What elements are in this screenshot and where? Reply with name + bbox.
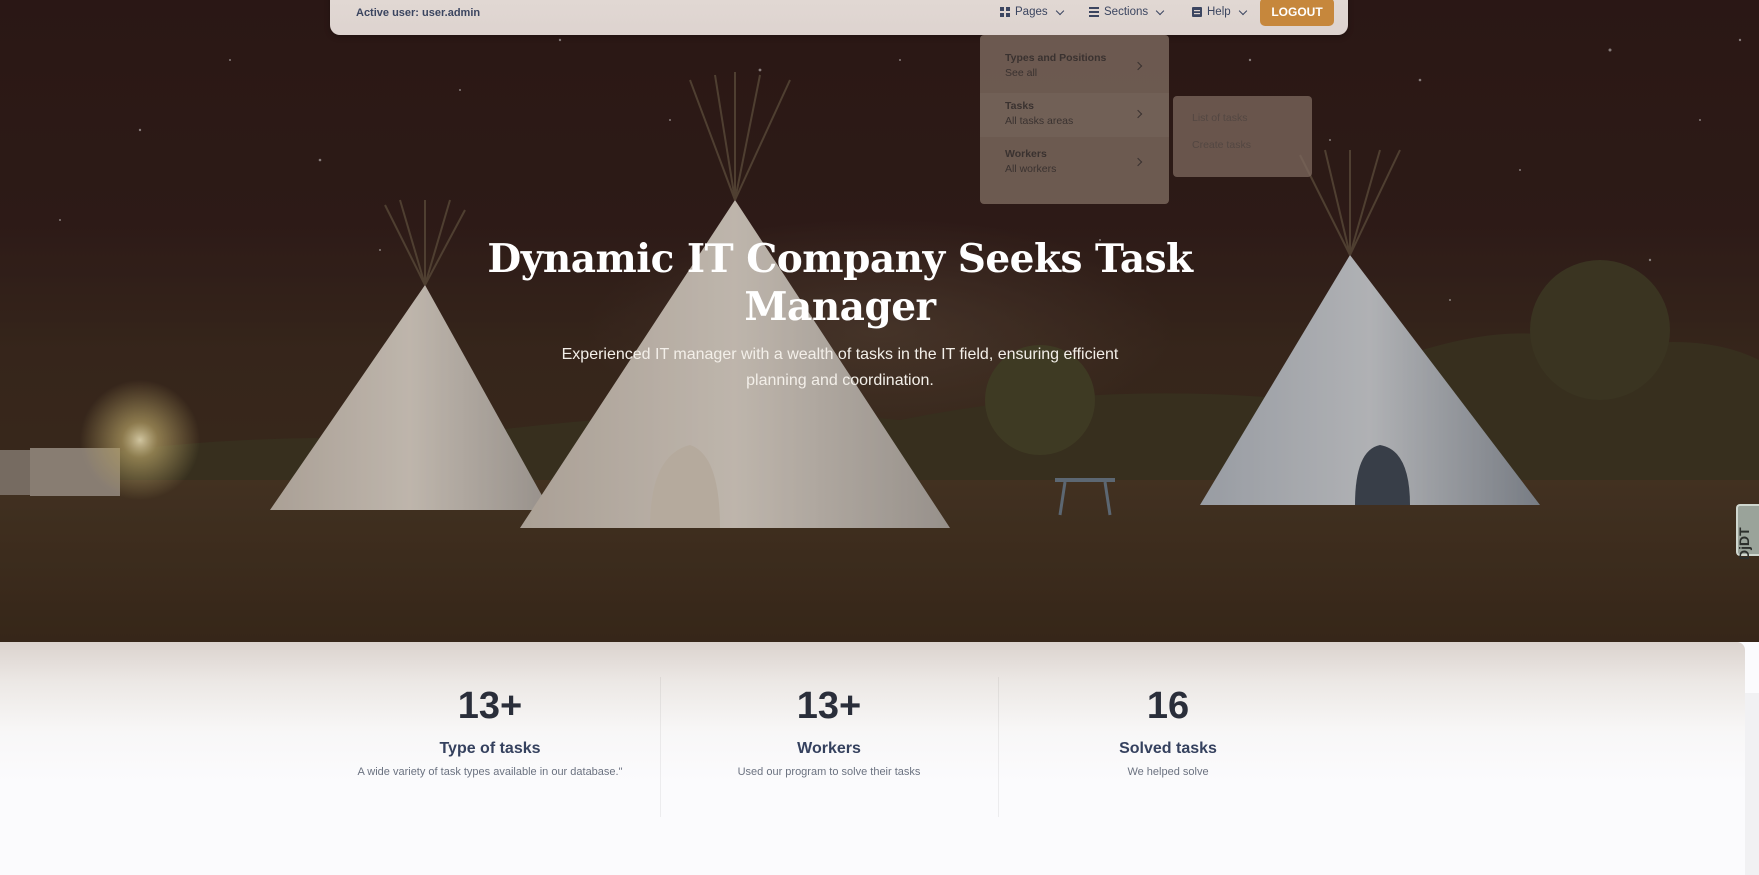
chevron-down-icon [1055, 6, 1064, 15]
stat-workers: 13+ Workers Used our program to solve th… [664, 684, 994, 778]
chevron-down-icon [1238, 6, 1247, 15]
stat-label: Solved tasks [1119, 740, 1217, 757]
debug-toolbar-tab[interactable]: DjDT [1736, 504, 1759, 560]
dropdown-item-title: Tasks [1005, 100, 1034, 112]
stat-number: 16 [1146, 685, 1190, 727]
nav-help-label: Help [1207, 6, 1231, 18]
stat-label: Workers [797, 740, 861, 757]
hero-section: Dynamic IT Company Seeks Task Manager Ex… [0, 0, 1759, 642]
sections-icon [1089, 7, 1099, 17]
dropdown-item-subtitle: All tasks areas [1005, 115, 1074, 127]
dropdown-item-subtitle: See all [1005, 67, 1038, 79]
stat-solved-tasks: 16 Solved tasks We helped solve [1003, 684, 1333, 778]
stat-type-of-tasks: 13+ Type of tasks A wide variety of task… [325, 684, 655, 778]
dropdown-item-subtitle: All workers [1005, 163, 1057, 175]
page-edge-strip [1745, 693, 1759, 875]
pages-icon [1000, 7, 1010, 17]
logout-button[interactable]: LOGOUT [1260, 0, 1334, 26]
dropdown-item-tasks[interactable]: Tasks All tasks areas [980, 93, 1169, 137]
stat-number: 13+ [457, 685, 523, 727]
chevron-right-icon [1133, 157, 1143, 167]
help-icon [1192, 7, 1202, 17]
top-navbar: Active user: user.admin Pages Sections H… [330, 0, 1348, 35]
submenu-list-of-tasks[interactable]: List of tasks [1192, 112, 1247, 124]
chevron-down-icon [1155, 6, 1165, 15]
stat-label: Type of tasks [439, 740, 541, 757]
dropdown-item-title: Workers [1005, 148, 1047, 160]
nav-pages-label: Pages [1015, 6, 1048, 18]
nav-sections-label: Sections [1104, 6, 1149, 18]
hero-title: Dynamic IT Company Seeks Task Manager [487, 236, 1193, 330]
tasks-submenu: List of tasks Create tasks [1173, 96, 1312, 177]
chevron-right-icon [1133, 61, 1143, 71]
stat-divider [998, 677, 999, 817]
chevron-right-icon [1133, 109, 1143, 119]
stat-description: Used our program to solve their tasks [737, 766, 921, 778]
nav-pages[interactable]: Pages [1000, 6, 1064, 18]
debug-toolbar-label: DjDT [1736, 527, 1752, 560]
dropdown-item-types-positions[interactable]: Types and Positions See all [980, 45, 1169, 89]
submenu-create-tasks[interactable]: Create tasks [1192, 139, 1251, 151]
nav-sections[interactable]: Sections [1089, 6, 1165, 18]
pages-dropdown-menu: Types and Positions See all Tasks All ta… [980, 35, 1169, 204]
stat-number: 13+ [796, 685, 862, 727]
dropdown-item-workers[interactable]: Workers All workers [980, 141, 1169, 185]
stat-description: A wide variety of task types available i… [357, 766, 623, 778]
stats-section: 13+ Type of tasks A wide variety of task… [0, 642, 1745, 875]
active-user-label: Active user: user.admin [356, 7, 481, 19]
stat-divider [660, 677, 661, 817]
hero-subtitle: Experienced IT manager with a wealth of … [561, 346, 1119, 389]
stat-description: We helped solve [1127, 766, 1209, 778]
nav-help[interactable]: Help [1192, 6, 1247, 18]
dropdown-item-title: Types and Positions [1005, 52, 1107, 64]
